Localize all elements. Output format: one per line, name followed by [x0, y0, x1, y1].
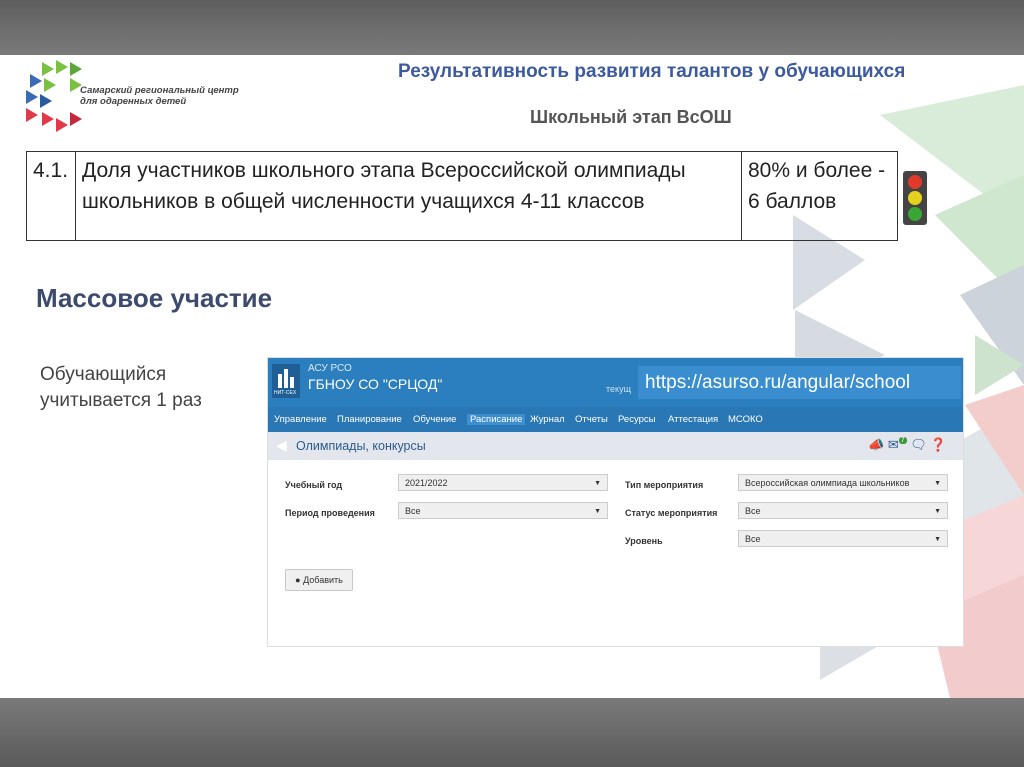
year-select[interactable]: 2021/2022 ▼ — [398, 474, 608, 491]
mail-count-badge: 7 — [898, 437, 907, 444]
app-logo-text: НИТ-СЕХ — [274, 390, 297, 396]
nav-item-journal[interactable]: Журнал — [530, 414, 565, 425]
year-select-value: 2021/2022 — [405, 478, 448, 488]
nav-item-attestation[interactable]: Аттестация — [668, 414, 718, 425]
event-status-label: Статус мероприятия — [625, 508, 718, 518]
center-name: Самарский региональный центр для одаренн… — [80, 85, 239, 107]
url-label: текущ — [606, 384, 631, 394]
bottom-band — [0, 698, 1024, 767]
chevron-down-icon: ▼ — [934, 480, 941, 487]
section-note: Обучающийся учитывается 1 раз — [40, 364, 202, 411]
event-type-select[interactable]: Всероссийская олимпиада школьников ▼ — [738, 474, 948, 491]
chevron-down-icon: ▼ — [934, 508, 941, 515]
slide: Самарский региональный центр для одаренн… — [0, 55, 1024, 698]
chevron-down-icon: ▼ — [594, 480, 601, 487]
app-header: НИТ-СЕХ АСУ РСО ГБНОУ СО "СРЦОД" текущ h… — [268, 358, 963, 407]
green-light — [908, 207, 922, 221]
nav-item-management[interactable]: Управление — [274, 414, 327, 425]
nav-item-msoko[interactable]: МСОКО — [728, 414, 763, 425]
table-row: 4.1. Доля участников школьного этапа Все… — [26, 151, 898, 241]
add-button[interactable]: ● Добавить — [285, 569, 353, 591]
back-arrow-icon[interactable]: ◀ — [276, 437, 287, 454]
level-label: Уровень — [625, 536, 663, 546]
url-overlay: https://asurso.ru/angular/school — [638, 366, 961, 399]
criterion-table: 4.1. Доля участников школьного этапа Все… — [26, 151, 898, 241]
chevron-down-icon: ▼ — [934, 536, 941, 543]
app-nav: Управление Планирование Обучение Расписа… — [268, 407, 963, 432]
year-label: Учебный год — [285, 480, 343, 490]
criterion-value: 80% и более - 6 баллов — [741, 151, 898, 241]
app-screenshot: НИТ-СЕХ АСУ РСО ГБНОУ СО "СРЦОД" текущ h… — [267, 357, 964, 647]
top-band — [0, 0, 1024, 55]
slide-subtitle: Школьный этап ВсОШ — [530, 107, 732, 127]
page-title: Олимпиады, конкурсы — [296, 439, 426, 453]
page-header-bar: ◀ Олимпиады, конкурсы 📣 ✉ 7 🗨 ❓ — [268, 432, 963, 460]
nav-item-resources[interactable]: Ресурсы — [618, 414, 655, 425]
nav-item-schedule[interactable]: Расписание — [467, 414, 526, 425]
app-org-name: ГБНОУ СО "СРЦОД" — [308, 376, 443, 392]
nav-item-education[interactable]: Обучение — [413, 414, 456, 425]
criterion-text: Доля участников школьного этапа Всеросси… — [75, 151, 742, 241]
event-type-select-value: Всероссийская олимпиада школьников — [745, 478, 910, 488]
nav-item-planning[interactable]: Планирование — [337, 414, 402, 425]
plus-circle-icon: ● — [295, 575, 301, 585]
period-select[interactable]: Все ▼ — [398, 502, 608, 519]
period-select-value: Все — [405, 506, 421, 516]
mail-icon[interactable]: ✉ 7 — [888, 437, 907, 452]
red-light — [908, 175, 922, 189]
help-icon[interactable]: ❓ — [930, 437, 946, 452]
add-button-label: Добавить — [303, 575, 343, 585]
event-type-label: Тип мероприятия — [625, 480, 704, 490]
center-name-line2: для одаренных детей — [80, 96, 187, 107]
event-status-select[interactable]: Все ▼ — [738, 502, 948, 519]
chevron-down-icon: ▼ — [594, 508, 601, 515]
building-icon — [278, 369, 294, 388]
level-select-value: Все — [745, 534, 761, 544]
header-icons: 📣 ✉ 7 🗨 ❓ — [868, 437, 947, 453]
criterion-number: 4.1. — [26, 151, 76, 241]
chat-icon[interactable]: 🗨 — [910, 437, 927, 452]
section-title: Массовое участие — [36, 283, 273, 313]
app-logo-icon: НИТ-СЕХ — [272, 364, 300, 398]
event-status-select-value: Все — [745, 506, 761, 516]
center-name-line1: Самарский региональный центр — [80, 85, 239, 96]
traffic-light-icon — [903, 171, 927, 225]
level-select[interactable]: Все ▼ — [738, 530, 948, 547]
period-label: Период проведения — [285, 508, 375, 518]
yellow-light — [908, 191, 922, 205]
announcement-icon[interactable]: 📣 — [868, 437, 884, 452]
nav-item-reports[interactable]: Отчеты — [575, 414, 608, 425]
app-system-name: АСУ РСО — [308, 363, 352, 374]
slide-title: Результативность развития талантов у обу… — [398, 61, 906, 82]
